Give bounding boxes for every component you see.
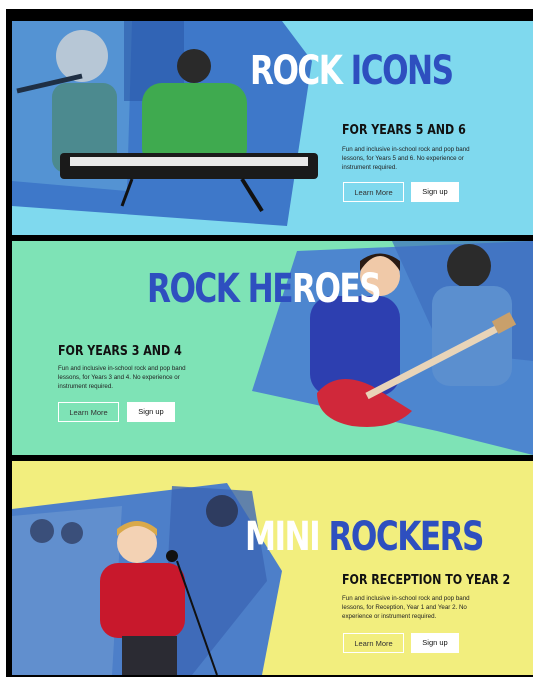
rock-heroes-title-blue: ROCK HE	[147, 266, 294, 312]
rock-icons-title-white: ROCK	[250, 48, 343, 94]
mini-rockers-title-white: MINI	[245, 514, 321, 560]
rock-icons-sign-up-button[interactable]: Sign up	[411, 182, 459, 202]
rock-heroes-learn-more-button[interactable]: Learn More	[58, 402, 119, 422]
rock-icons-learn-more-button[interactable]: Learn More	[343, 182, 404, 202]
mini-rockers-title-blue: ROCKERS	[319, 514, 484, 560]
rock-heroes-title: ROCK HEROES	[147, 266, 382, 312]
rock-heroes-description: Fun and inclusive in-school rock and pop…	[58, 365, 186, 390]
mini-rockers-subtitle: FOR RECEPTION TO YEAR 2	[342, 573, 511, 588]
mini-rockers-learn-more-button[interactable]: Learn More	[343, 633, 404, 653]
rock-icons-banner: ROCK ICONS FOR YEARS 5 AND 6 Fun and inc…	[12, 21, 533, 235]
rock-icons-title-blue: ICONS	[341, 48, 454, 94]
mini-rockers-description: Fun and inclusive in-school rock and pop…	[342, 595, 470, 620]
rock-heroes-sign-up-button[interactable]: Sign up	[127, 402, 175, 422]
rock-icons-title: ROCK ICONS	[250, 48, 454, 94]
rock-heroes-subtitle: FOR YEARS 3 AND 4	[58, 344, 182, 359]
rock-heroes-banner: ROCK HEROES FOR YEARS 3 AND 4 Fun and in…	[12, 241, 533, 455]
mini-rockers-banner: MINI ROCKERS FOR RECEPTION TO YEAR 2 Fun…	[12, 461, 533, 675]
mini-rockers-title: MINI ROCKERS	[245, 514, 485, 560]
rock-heroes-title-white: ROES	[291, 266, 382, 312]
mini-rockers-sign-up-button[interactable]: Sign up	[411, 633, 459, 653]
rock-icons-description: Fun and inclusive in-school rock and pop…	[342, 146, 470, 171]
rock-icons-subtitle: FOR YEARS 5 AND 6	[342, 123, 466, 138]
